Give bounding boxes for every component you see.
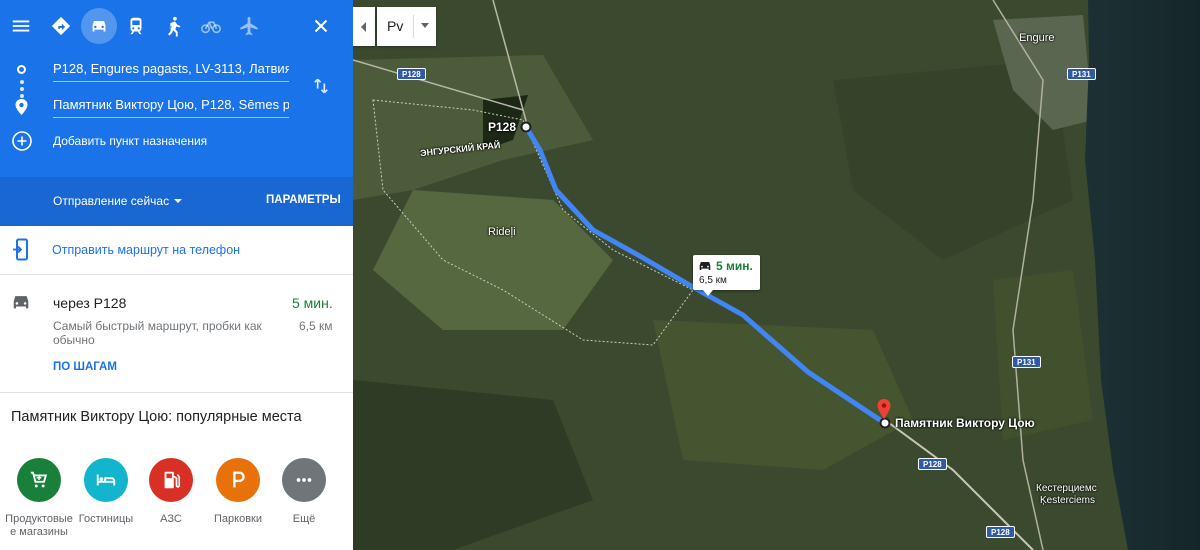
layer-selector[interactable]: Рv — [377, 7, 436, 46]
route-description: Самый быстрый маршрут, пробки как — [53, 319, 262, 333]
callout-distance: 6,5 км — [699, 275, 727, 286]
divider — [413, 15, 414, 38]
destination-input[interactable]: Памятник Виктору Цою, P128, Sēmes pagast… — [53, 92, 289, 118]
road-shield: P128 — [918, 458, 947, 470]
car-icon[interactable] — [81, 8, 117, 44]
flight-icon[interactable] — [231, 8, 267, 44]
best-route-icon[interactable] — [43, 8, 79, 44]
car-icon — [699, 262, 711, 270]
departure-dropdown[interactable]: Отправление сейчас — [53, 194, 169, 208]
map-label-town: Engure — [1019, 32, 1055, 44]
walk-icon[interactable] — [156, 8, 192, 44]
map-label-village-ru: Кестерциемс — [1036, 483, 1097, 494]
destination-pin-icon — [15, 99, 28, 115]
hotels-button[interactable] — [84, 458, 128, 502]
map-label-village: Ķesterciems — [1040, 495, 1096, 506]
directions-panel: P128, Engures pagasts, LV-3113, Латвия П… — [0, 0, 353, 550]
chevron-left-icon — [361, 21, 366, 32]
road-shield: P128 — [397, 68, 426, 80]
map-label-start: P128 — [488, 120, 517, 134]
swap-icon[interactable] — [311, 76, 331, 96]
road-shield: P128 — [986, 526, 1015, 538]
destination-pin-icon[interactable] — [877, 399, 891, 419]
route-dot — [20, 94, 24, 98]
divider — [0, 392, 353, 393]
map-label-village: Rideļi — [488, 226, 516, 238]
parking-icon — [233, 471, 245, 488]
more-icon — [296, 478, 312, 482]
route-dot — [20, 87, 24, 91]
add-destination-link[interactable]: Добавить пункт назначения — [53, 134, 207, 148]
divider — [0, 274, 353, 275]
add-destination-icon[interactable] — [11, 130, 33, 152]
more-button[interactable] — [282, 458, 326, 502]
bike-icon[interactable] — [193, 8, 229, 44]
more-label: Ещё — [292, 513, 316, 525]
collapse-panel-button[interactable] — [353, 7, 375, 46]
close-icon[interactable] — [303, 8, 339, 44]
origin-input[interactable]: P128, Engures pagasts, LV-3113, Латвия — [53, 56, 289, 82]
directions-header: P128, Engures pagasts, LV-3113, Латвия П… — [0, 0, 353, 177]
map-terrain — [353, 0, 1200, 550]
gas-stations-label: АЗС — [160, 513, 182, 525]
satellite-map[interactable]: P128 ЭНГУРСКИЙ КРАЙ Rideļi Engure Памятн… — [353, 0, 1200, 550]
callout-time: 5 мин. — [716, 259, 753, 273]
gas-stations-button[interactable] — [149, 458, 193, 502]
parking-button[interactable] — [216, 458, 260, 502]
transit-icon[interactable] — [118, 8, 154, 44]
popular-title: Памятник Виктору Цою: популярные места — [11, 409, 302, 425]
hotel-icon — [96, 474, 116, 486]
route-dot — [20, 80, 24, 84]
departure-bar: Отправление сейчас ПАРАМЕТРЫ — [0, 177, 353, 226]
options-button[interactable]: ПАРАМЕТРЫ — [266, 194, 341, 206]
groceries-label: Продуктовые е магазины — [5, 513, 73, 538]
chevron-down-icon[interactable] — [173, 198, 183, 204]
layer-label: Рv — [387, 18, 404, 34]
map-label-destination[interactable]: Памятник Виктору Цою — [895, 416, 1035, 430]
callout-tail — [703, 290, 713, 296]
car-icon — [13, 296, 29, 309]
origin-dot-icon — [17, 65, 26, 74]
gas-station-icon — [164, 471, 181, 489]
chevron-down-icon — [421, 23, 429, 28]
route-via[interactable]: через P128 — [53, 295, 126, 311]
send-to-phone-link[interactable]: Отправить маршрут на телефон — [52, 243, 240, 257]
send-to-phone-icon[interactable] — [12, 238, 32, 262]
route-time: 5 мин. — [292, 295, 333, 311]
road-shield: P131 — [1012, 356, 1041, 368]
route-distance: 6,5 км — [299, 319, 333, 333]
groceries-button[interactable] — [17, 458, 61, 502]
route-callout[interactable]: 5 мин. 6,5 км — [693, 255, 760, 290]
menu-icon[interactable] — [3, 8, 39, 44]
parking-label: Парковки — [214, 513, 262, 525]
steps-link[interactable]: ПО ШАГАМ — [53, 361, 117, 373]
cart-icon — [30, 471, 48, 488]
road-shield: P131 — [1067, 68, 1096, 80]
route-description: обычно — [53, 333, 95, 347]
